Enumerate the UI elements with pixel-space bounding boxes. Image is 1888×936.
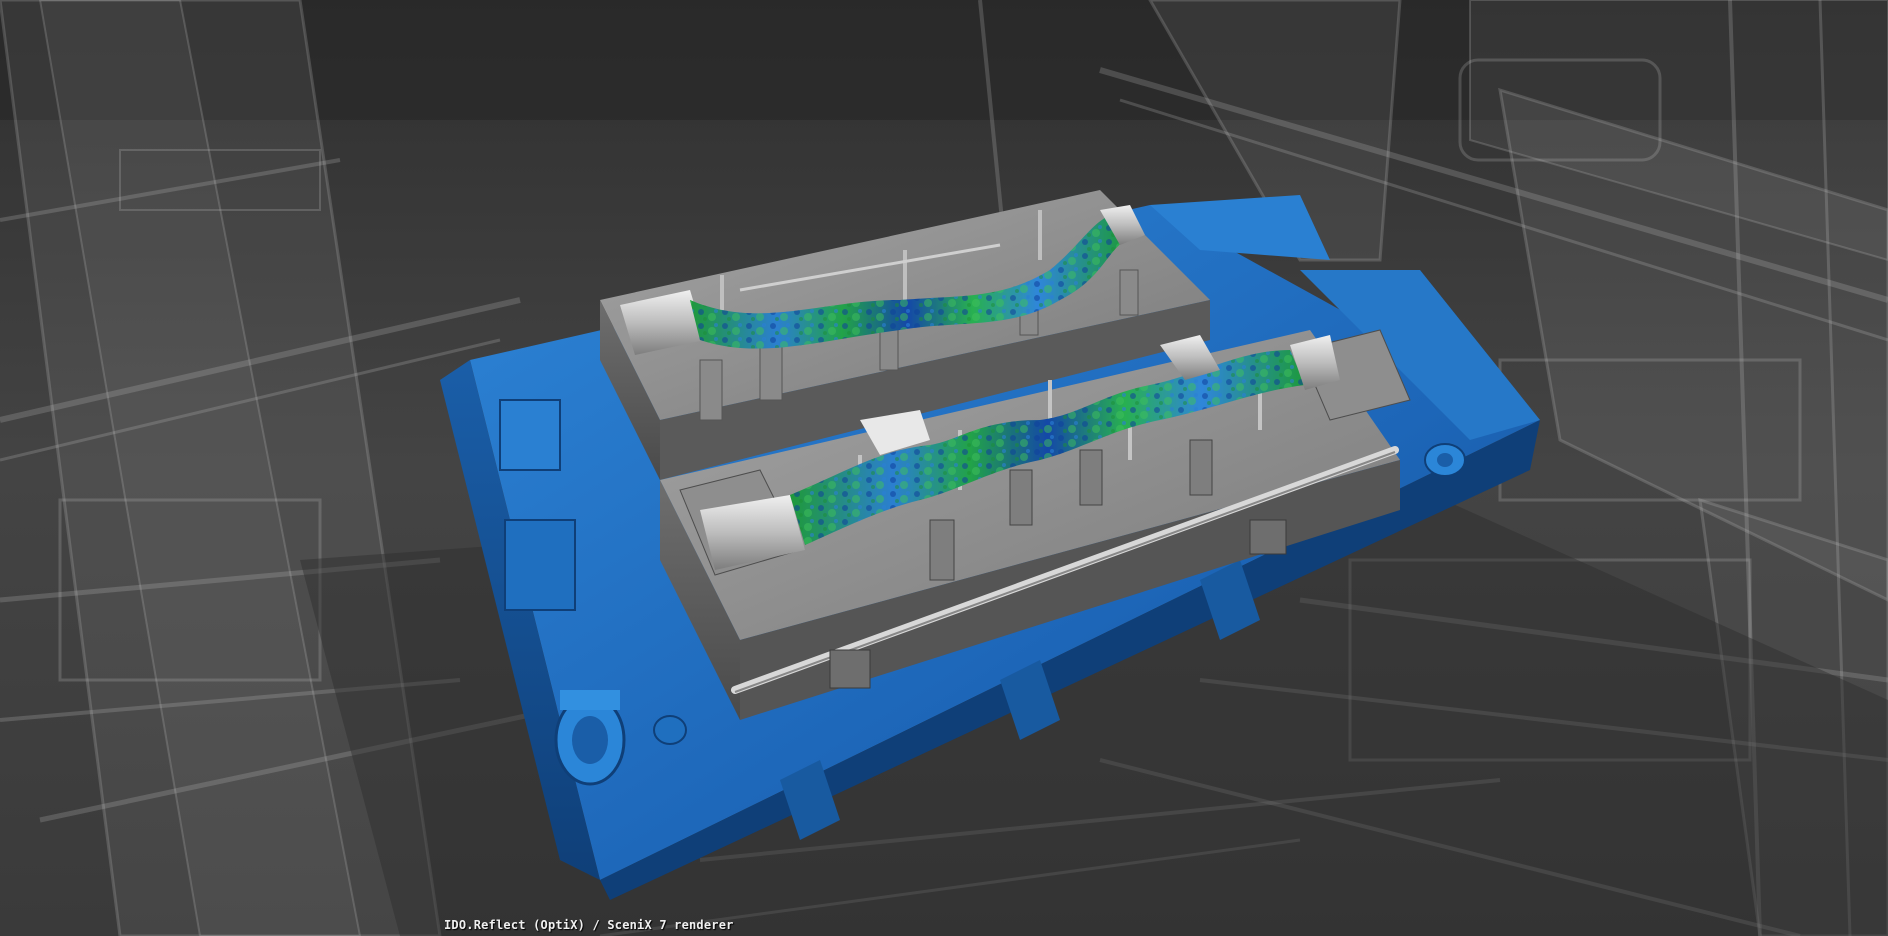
cad-scene[interactable] bbox=[0, 0, 1888, 936]
renderer-status-text: IDO.Reflect (OptiX) / SceniX 7 renderer bbox=[444, 918, 734, 932]
3d-viewport[interactable]: IDO.Reflect (OptiX) / SceniX 7 renderer bbox=[0, 0, 1888, 936]
